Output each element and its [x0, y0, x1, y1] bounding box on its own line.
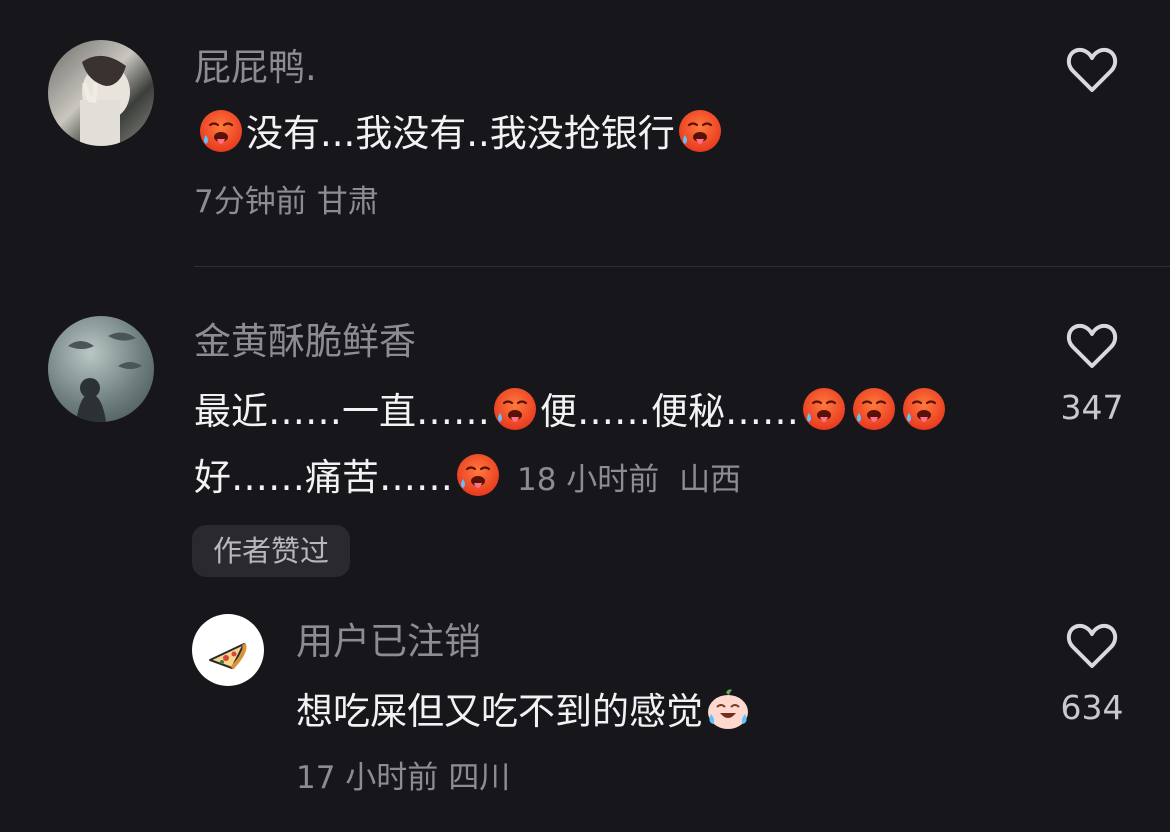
avatar[interactable] — [48, 316, 154, 422]
comment-meta: 18 小时前 山西 — [517, 462, 741, 498]
username[interactable]: 用户已注销 — [296, 620, 481, 664]
location: 四川 — [448, 760, 511, 796]
author-liked-badge: 作者赞过 — [192, 525, 350, 577]
hot-face-icon — [492, 386, 538, 432]
hot-face-icon — [198, 108, 244, 154]
avatar-photo — [80, 55, 130, 146]
hot-face-icon — [901, 386, 947, 432]
username[interactable]: 屁屁鸭. — [194, 46, 317, 90]
hot-face-icon — [455, 452, 501, 498]
username[interactable]: 金黄酥脆鲜香 — [194, 320, 416, 364]
like-count: 634 — [1060, 688, 1124, 727]
comment-meta: 17 小时前 四川 — [296, 758, 510, 798]
avatar[interactable] — [192, 614, 264, 686]
laughing-crying-icon — [705, 686, 751, 732]
like-count: 347 — [1060, 388, 1124, 427]
hot-face-icon — [801, 386, 847, 432]
comment-text-line-2: 好……痛苦…… 18 小时前 山西 — [194, 452, 741, 502]
location: 甘肃 — [316, 184, 379, 220]
timestamp: 17 小时前 — [296, 760, 439, 796]
divider — [194, 266, 1170, 267]
comment-text: 没有...我没有..我没抢银行 — [196, 108, 725, 158]
avatar[interactable] — [48, 40, 154, 146]
comment-text-segment: 好……痛苦…… — [194, 456, 453, 499]
comment-text-content: 没有...我没有..我没抢银行 — [246, 112, 675, 155]
hot-face-icon — [677, 108, 723, 154]
comment-text: 想吃屎但又吃不到的感觉 — [296, 686, 753, 736]
like-heart-icon[interactable] — [1066, 46, 1118, 94]
like-heart-icon[interactable] — [1066, 622, 1118, 670]
pizza-icon — [209, 643, 247, 670]
hot-face-icon — [851, 386, 897, 432]
avatar-photo — [68, 332, 142, 422]
comment-text-content: 想吃屎但又吃不到的感觉 — [296, 690, 703, 733]
comment-text-segment: 便……便秘…… — [540, 390, 799, 433]
timestamp: 18 小时前 — [517, 462, 660, 498]
comment-text-segment: 最近……一直…… — [194, 390, 490, 433]
comment-text-line-1: 最近……一直…… 便……便秘…… — [194, 386, 949, 436]
timestamp: 7分钟前 — [194, 184, 307, 220]
comment-meta: 7分钟前 甘肃 — [194, 182, 379, 222]
location: 山西 — [679, 462, 742, 498]
like-heart-icon[interactable] — [1066, 322, 1118, 370]
